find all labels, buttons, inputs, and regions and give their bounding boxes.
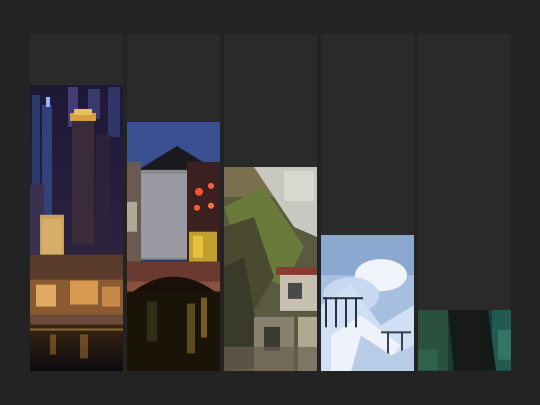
gallery-tile-3[interactable] bbox=[224, 167, 317, 371]
gallery-column-4[interactable] bbox=[321, 34, 414, 371]
gallery-tile-2[interactable] bbox=[127, 121, 220, 371]
traditional-building-image bbox=[127, 121, 220, 371]
gallery-column-2[interactable] bbox=[127, 34, 220, 371]
gallery-column-3[interactable] bbox=[224, 34, 317, 371]
gallery-tile-1[interactable] bbox=[30, 84, 123, 371]
gallery-column-1[interactable] bbox=[30, 34, 123, 371]
night-city-skyline-image bbox=[30, 84, 123, 371]
cliffside-stairway-image bbox=[224, 167, 317, 371]
gallery-column-5[interactable] bbox=[418, 34, 511, 371]
dark-forest-tree-image bbox=[418, 310, 511, 371]
gallery-tile-5[interactable] bbox=[418, 310, 511, 371]
image-gallery bbox=[0, 0, 540, 405]
frozen-ice-landscape-image bbox=[321, 234, 414, 371]
gallery-tile-4[interactable] bbox=[321, 234, 414, 371]
